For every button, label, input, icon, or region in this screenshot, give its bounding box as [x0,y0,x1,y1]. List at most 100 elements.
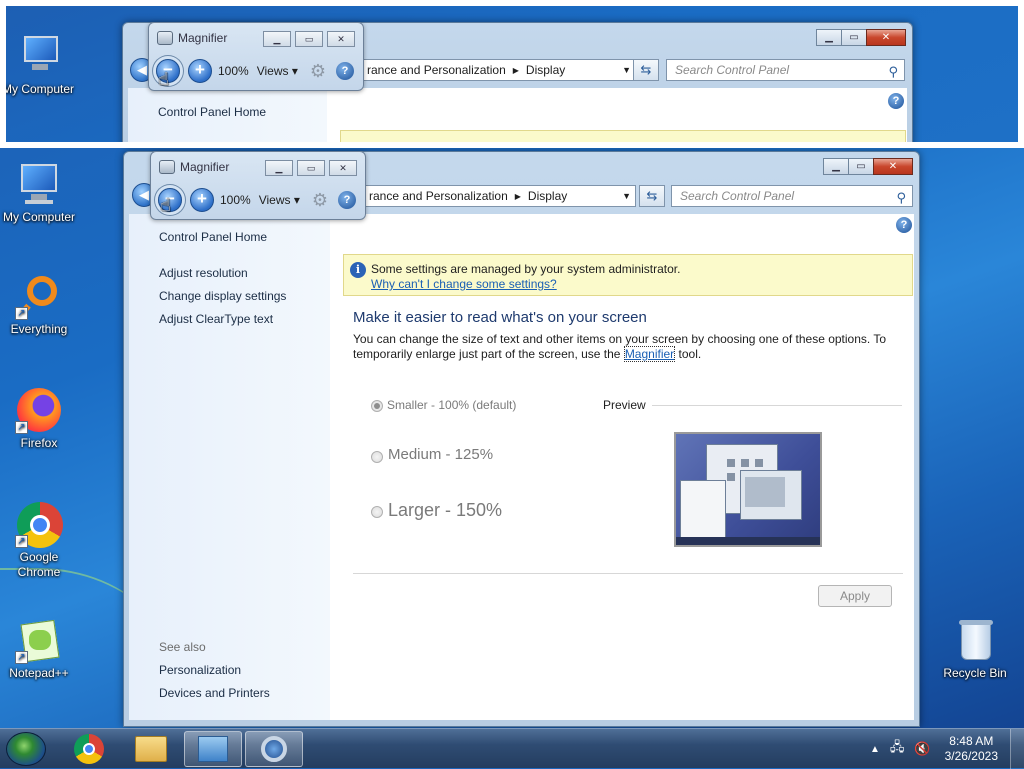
magnifier-lens-content: My Computer ▁ ▭ ✕ ◀ rance and Personaliz… [6,6,1018,142]
taskbar-control-panel[interactable] [184,731,242,767]
lens-magnifier-maximize-button: ▭ [295,31,323,47]
show-desktop-button[interactable] [1010,729,1024,769]
breadcrumb-separator-icon[interactable]: ▶ [515,192,521,201]
clock[interactable]: 8:48 AM 3/26/2023 [945,734,998,764]
desktop-icon-firefox[interactable]: ↗ Firefox [1,386,77,450]
breadcrumb-parent[interactable]: rance and Personalization [369,189,508,203]
recycle-bin-icon [951,616,999,664]
chrome-icon [74,734,104,764]
option-medium-radio[interactable] [371,451,383,463]
network-icon[interactable]: 🖧 [890,738,905,760]
lens-desktop-icon-label: My Computer [6,82,75,96]
computer-icon [15,160,63,208]
lens-magnifier-help-icon: ? [336,62,355,80]
gear-icon[interactable]: ⚙ [312,190,328,211]
preview-image [674,432,822,547]
desktop-icon-notepad-plus-plus[interactable]: ↗ Notepad++ [1,616,77,680]
folder-icon [135,736,167,762]
taskbar-magnifier[interactable] [245,731,303,767]
magnifier-icon [261,736,287,762]
lens-breadcrumb-current: Display [525,63,566,77]
personalization-link[interactable]: Personalization [159,663,241,677]
maximize-button[interactable]: ▭ [848,158,874,175]
devices-and-printers-link[interactable]: Devices and Printers [159,686,270,700]
breadcrumb-current[interactable]: Display [528,189,567,203]
shortcut-arrow-icon: ↗ [15,535,28,548]
control-panel-icon [198,736,228,762]
lens-zoom-in-button: + [188,59,212,83]
change-display-settings-link[interactable]: Change display settings [159,289,286,303]
chevron-down-icon[interactable]: ▾ [294,193,300,207]
address-dropdown-icon[interactable]: ▼ [622,191,631,201]
notepad-plus-plus-icon: ↗ [15,616,63,664]
lens-breadcrumb-separator-icon: ▶ [512,65,519,75]
preview-taskbar [676,537,820,545]
option-smaller-radio[interactable] [371,400,383,412]
control-panel-home-link[interactable]: Control Panel Home [159,230,267,244]
option-smaller-label[interactable]: Smaller - 100% (default) [387,398,516,412]
lens-desktop-icon-my-computer: My Computer [6,32,76,96]
magnifier-toolbar[interactable]: Magnifier ▁ ▭ ✕ − + 100% Views ▾ ⚙ ? [150,151,366,220]
desktop-icon-google-chrome[interactable]: ↗ Google Chrome [1,500,77,580]
info-bar: i Some settings are managed by your syst… [343,254,913,296]
desktop-icon-label: Everything [10,322,68,336]
system-tray: ▲ 🖧 🔇 8:48 AM 3/26/2023 [870,729,1024,769]
preview-divider [652,405,902,406]
taskbar-explorer[interactable] [122,731,180,767]
magnifier-help-icon[interactable]: ? [338,191,357,209]
lens-breadcrumb-parent: rance and Personalization [367,63,506,77]
shortcut-arrow-icon: ↗ [15,307,28,320]
lens-views-menu: Views ▾ [257,64,298,78]
desktop-icon-everything[interactable]: ↗ Everything [1,272,77,336]
info-link[interactable]: Why can't I change some settings? [371,277,557,291]
shortcut-arrow-icon: ↗ [15,421,28,434]
desktop-icon-label: My Computer [2,210,76,224]
magnifier-link[interactable]: Magnifier [623,346,676,362]
taskbar: ▲ 🖧 🔇 8:48 AM 3/26/2023 [0,728,1024,769]
lens-magnifier-minimize-button: ▁ [263,31,291,47]
lens-zoom-level: 100% [218,64,249,78]
option-larger-label[interactable]: Larger - 150% [388,500,502,521]
option-medium-label[interactable]: Medium - 125% [388,446,493,463]
magnifier-app-icon [159,160,175,174]
close-button[interactable]: ✕ [873,158,913,175]
adjust-resolution-link[interactable]: Adjust resolution [159,266,248,280]
taskbar-chrome[interactable] [60,731,118,767]
show-hidden-icons-icon[interactable]: ▲ [870,744,880,755]
preview-label: Preview [603,398,646,412]
refresh-button[interactable]: ⇆ [639,185,665,207]
start-button[interactable] [6,732,46,766]
shortcut-arrow-icon: ↗ [15,651,28,664]
address-bar[interactable]: rance and Personalization ▶ Display ▼ [362,185,636,207]
views-menu[interactable]: Views ▾ [259,193,300,207]
lens-window-caption-buttons: ▁ ▭ ✕ [816,29,906,46]
zoom-in-button[interactable]: + [190,188,214,212]
lens-magnifier-controls: − + 100% Views ▾ ⚙ ? [156,59,355,83]
lens-magnifier-caption-buttons: ▁ ▭ ✕ [263,31,355,47]
option-larger-radio[interactable] [371,506,383,518]
lens-views-label: Views [256,64,289,78]
volume-muted-icon[interactable]: 🔇 [914,741,930,757]
chrome-icon: ↗ [15,500,63,548]
description-tail: tool. [675,347,702,361]
help-icon[interactable]: ? [896,217,912,233]
apply-button[interactable]: Apply [818,585,892,607]
preview-window-front [740,470,802,520]
magnifier-maximize-button[interactable]: ▭ [297,160,325,176]
lens-left-pane: Control Panel Home [128,88,327,142]
views-label[interactable]: Views [259,193,291,207]
description-text: You can change the size of text and othe… [353,332,887,361]
desktop-icon-recycle-bin[interactable]: Recycle Bin [937,616,1013,680]
magnifier-minimize-button[interactable]: ▁ [265,160,293,176]
search-input[interactable]: Search Control Panel ⚲ [671,185,913,207]
minimize-button[interactable]: ▁ [823,158,849,175]
refresh-icon: ⇆ [640,62,652,77]
adjust-cleartype-link[interactable]: Adjust ClearType text [159,312,273,326]
bottom-divider [353,573,903,574]
lens-magnifier-title: Magnifier [157,31,227,45]
gear-icon: ⚙ [309,60,327,81]
magnifier-close-button[interactable]: ✕ [329,160,357,176]
desktop-icon-my-computer[interactable]: My Computer [1,160,77,224]
desktop-icon-label: Recycle Bin [943,666,1007,680]
search-icon[interactable]: ⚲ [896,188,906,208]
